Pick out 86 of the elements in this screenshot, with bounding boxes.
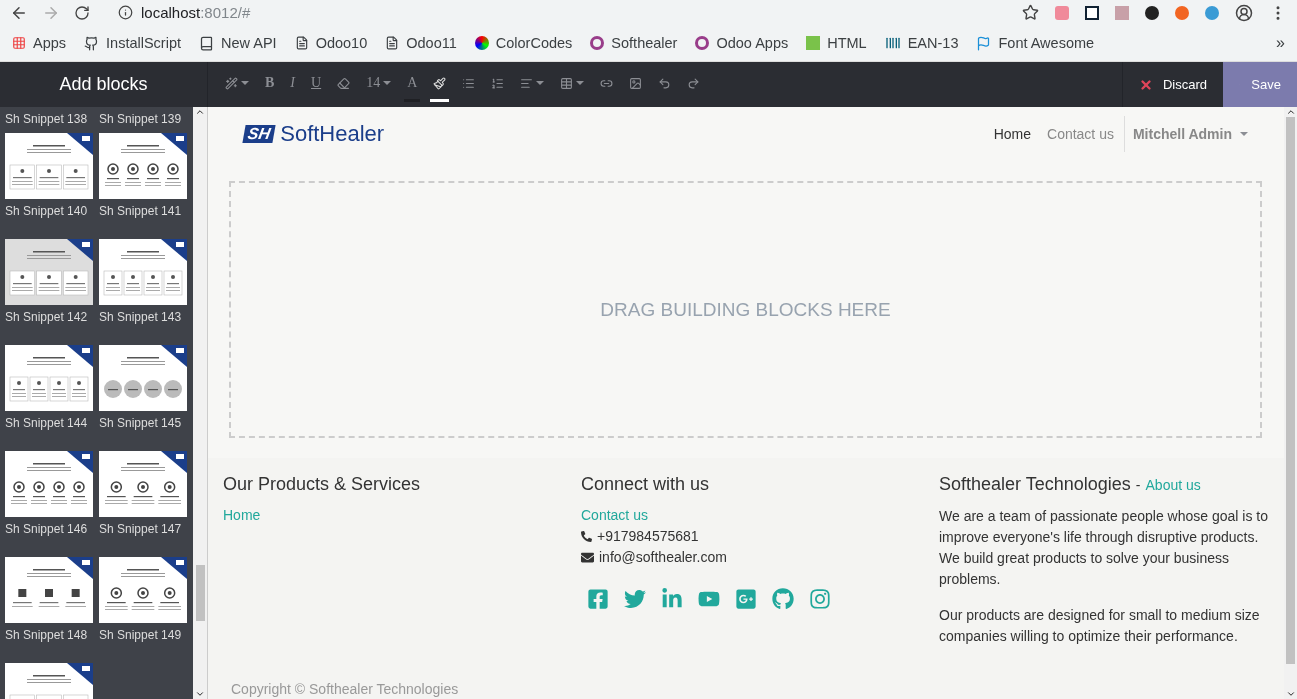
- bookmark-icon: [590, 36, 605, 50]
- snippet-label: Sh Snippet 146: [5, 521, 89, 538]
- bookmark-icon: [806, 36, 821, 50]
- scroll-down-icon[interactable]: [1285, 689, 1296, 699]
- profile-icon[interactable]: [1235, 3, 1253, 22]
- bookmark-icon: [884, 35, 901, 51]
- extension-icon[interactable]: [1085, 5, 1099, 20]
- linkedin-icon[interactable]: [661, 588, 683, 610]
- scroll-thumb[interactable]: [195, 565, 205, 621]
- more-bookmarks-button[interactable]: »: [1276, 34, 1285, 52]
- extension-icon[interactable]: [1145, 5, 1159, 20]
- facebook-icon[interactable]: [587, 588, 609, 610]
- magic-icon: [225, 76, 238, 90]
- separator: -: [1135, 477, 1141, 493]
- bookmark-link[interactable]: Odoo11: [385, 35, 457, 51]
- snippet-label: Sh Snippet 142: [5, 309, 89, 326]
- footer-heading: Our Products & Services: [223, 474, 422, 495]
- align-icon: [520, 76, 534, 90]
- logo[interactable]: SH SoftHealer: [244, 120, 385, 147]
- phone-number: +917984575681: [597, 527, 699, 546]
- bookmark-link[interactable]: InstallScript: [84, 35, 181, 51]
- footer-heading: Softhealer Technologies: [939, 474, 1131, 494]
- bookmark-icon: [385, 36, 400, 50]
- bookmark-link[interactable]: Odoo Apps: [695, 35, 789, 51]
- googleplus-icon[interactable]: [735, 588, 757, 610]
- instagram-icon[interactable]: [809, 588, 831, 610]
- close-icon: [1138, 77, 1153, 92]
- bookmark-icon: [695, 36, 710, 50]
- image-icon: [629, 76, 643, 90]
- bookmark-link[interactable]: Odoo10: [294, 35, 368, 51]
- snippet-label: Sh Snippet 141: [99, 203, 183, 220]
- scroll-thumb[interactable]: [1286, 117, 1295, 664]
- table-icon: [560, 76, 574, 90]
- snippet-label: Sh Snippet 140: [5, 203, 89, 220]
- forecolor-button[interactable]: A: [404, 67, 421, 102]
- bookmark-icon: [474, 36, 489, 50]
- bookmark-link[interactable]: HTML: [806, 35, 867, 51]
- scrollbar[interactable]: [1284, 107, 1297, 699]
- eraser-icon: [337, 76, 351, 90]
- bookmark-star-icon[interactable]: [1022, 4, 1039, 21]
- copyright-text: Copyright © Softhealer Technologies: [230, 681, 460, 699]
- phone-icon: [581, 531, 592, 542]
- bookmark-icon: [199, 35, 214, 51]
- brush-icon: [433, 76, 447, 90]
- scrollbar[interactable]: [193, 107, 208, 699]
- undo-icon: [658, 76, 672, 90]
- email-icon: [581, 551, 594, 564]
- bullets-icon: [462, 76, 476, 90]
- nav-link[interactable]: Home: [993, 125, 1031, 142]
- bold-button[interactable]: B: [262, 67, 278, 102]
- snippet-label: Sh Snippet 138: [5, 111, 89, 128]
- bookmark-icon: [976, 35, 992, 51]
- snippet-label: Sh Snippet 139: [99, 111, 183, 128]
- snippet-label: Sh Snippet 143: [99, 309, 183, 326]
- bookmark-link[interactable]: Apps: [12, 35, 67, 51]
- snippet-label: Sh Snippet 147: [99, 521, 183, 538]
- bookmark-link[interactable]: ColorCodes: [474, 35, 573, 51]
- bookmark-icon: [84, 35, 100, 51]
- scroll-down-icon[interactable]: [195, 689, 205, 699]
- info-icon[interactable]: [118, 5, 133, 20]
- bookmark-link[interactable]: EAN-13: [884, 35, 959, 51]
- underline-button[interactable]: U: [308, 67, 325, 102]
- twitter-icon[interactable]: [624, 588, 646, 610]
- snippet-label: Sh Snippet 148: [5, 627, 89, 644]
- bookmark-link[interactable]: New API: [199, 35, 277, 51]
- italic-button[interactable]: I: [287, 67, 298, 102]
- snippet-label: Sh Snippet 149: [99, 627, 183, 644]
- size-button[interactable]: 14: [363, 67, 395, 102]
- numbers-icon: [491, 76, 505, 90]
- save-button[interactable]: Save: [1223, 62, 1297, 107]
- reload-icon[interactable]: [74, 4, 90, 21]
- footer-paragraph: Our products are designed for small to medium size companies willing to optimize their performance.: [939, 606, 1261, 646]
- bookmark-link[interactable]: Softhealer: [590, 35, 678, 51]
- address-text[interactable]: localhost:8012/#: [141, 4, 251, 21]
- footer-paragraph: We are a team of passionate people whose goal is to improve everyone's life through disruptive products. We build great products to solve your business problems.: [939, 507, 1269, 589]
- redo-icon: [687, 76, 701, 90]
- scroll-up-icon[interactable]: [1285, 107, 1296, 117]
- footer-heading: Connect with us: [581, 474, 711, 495]
- github-icon[interactable]: [772, 588, 794, 610]
- scroll-up-icon[interactable]: [195, 107, 205, 117]
- bookmark-link[interactable]: Font Awesome: [976, 35, 1095, 51]
- bookmark-icon: [12, 36, 26, 50]
- bookmark-icon: [294, 36, 309, 50]
- snippet-label: Sh Snippet 144: [5, 415, 89, 432]
- snippet-label: Sh Snippet 145: [99, 415, 183, 432]
- email-address: info@softhealer.com: [599, 548, 727, 567]
